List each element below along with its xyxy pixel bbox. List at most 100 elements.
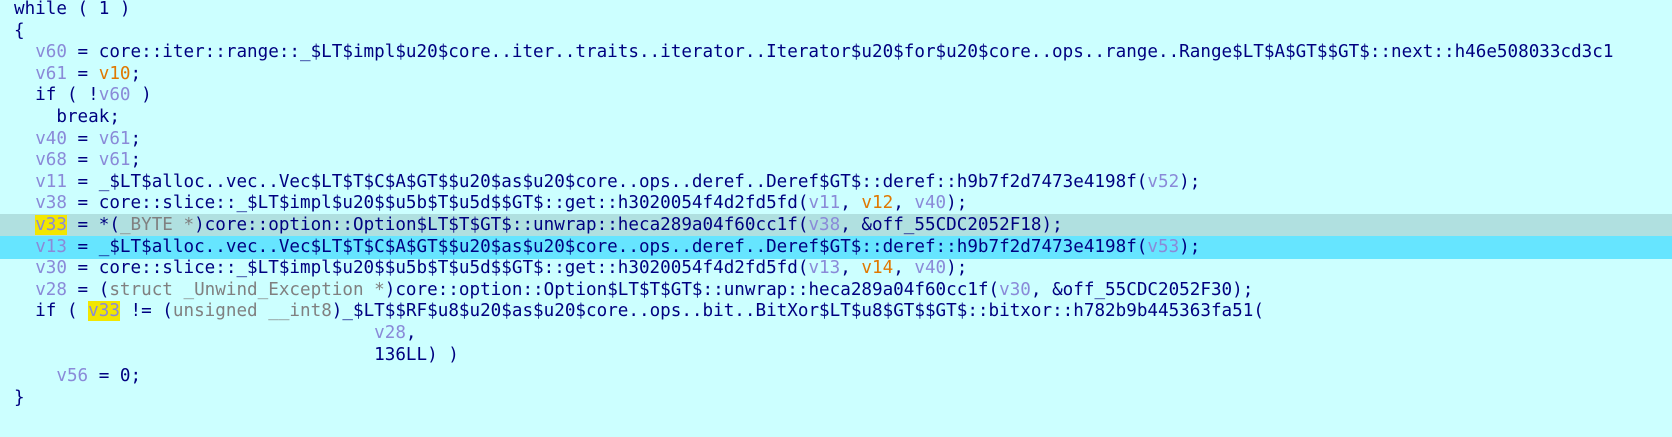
code-token: 136LL) ) (14, 344, 459, 365)
code-line[interactable]: v13 = _$LT$alloc..vec..Vec$LT$T$C$A$GT$$… (0, 235, 1672, 259)
search-match-token[interactable]: v33 (88, 301, 120, 322)
code-token: ); (946, 193, 968, 214)
variable-token[interactable]: v13 (35, 237, 67, 257)
code-line[interactable]: v28 = (struct _Unwind_Exception *)core::… (0, 279, 1672, 302)
code-token: , (840, 258, 862, 279)
code-line-text: v68 = v61; (0, 150, 141, 170)
code-token: , &off_55CDC2052F18); (840, 215, 1063, 235)
code-token: ; (130, 150, 142, 171)
code-token: = (66, 63, 99, 84)
code-line[interactable]: while ( 1 ) (0, 0, 1672, 21)
variable-token[interactable]: v40 (35, 129, 67, 149)
code-token: , (840, 193, 862, 214)
pseudocode-view[interactable]: while ( 1 ){ v60 = core::iter::range::_$… (0, 0, 1672, 437)
code-line-text: v30 = core::slice::_$LT$impl$u20$$u5b$T$… (0, 258, 967, 278)
code-line-text: while ( 1 ) (0, 0, 131, 19)
variable-token[interactable]: v61 (99, 150, 131, 170)
code-line-text: if ( !v60 ) (0, 85, 152, 105)
code-token: if ( ! (14, 85, 99, 106)
code-line[interactable]: break; (0, 106, 1672, 129)
code-line-text: v33 = *(_BYTE *)core::option::Option$LT$… (0, 215, 1063, 235)
code-token: )core::option::Option$LT$T$GT$::unwrap::… (384, 279, 1000, 300)
code-line[interactable]: v68 = v61; (0, 149, 1672, 172)
code-token: = core::slice::_$LT$impl$u20$$u5b$T$u5d$… (66, 193, 809, 214)
variable-token[interactable]: v40 (914, 193, 946, 213)
code-token: = _$LT$alloc..vec..Vec$LT$T$C$A$GT$$u20$… (66, 236, 1148, 257)
search-match-token[interactable]: v33 (35, 215, 67, 235)
variable-token[interactable]: v28 (35, 280, 67, 300)
type-token: struct _Unwind_Exception * (109, 279, 385, 300)
variable-token[interactable]: v38 (808, 215, 840, 235)
code-token: = ( (66, 279, 110, 300)
global-token[interactable]: v14 (861, 258, 893, 278)
variable-token[interactable]: v60 (35, 42, 67, 62)
code-line[interactable]: v56 = 0; (0, 365, 1672, 388)
variable-token[interactable]: v61 (35, 64, 67, 84)
code-line[interactable]: v60 = core::iter::range::_$LT$impl$u20$c… (0, 41, 1672, 64)
code-token: if ( (14, 301, 89, 322)
code-line[interactable]: v38 = core::slice::_$LT$impl$u20$$u5b$T$… (0, 192, 1672, 215)
variable-token[interactable]: v30 (35, 258, 67, 278)
variable-token[interactable]: v60 (99, 85, 131, 105)
code-line[interactable]: { (0, 20, 1672, 43)
code-line[interactable]: if ( v33 != (unsigned __int8)_$LT$$RF$u8… (0, 300, 1672, 323)
code-line[interactable]: 136LL) ) (0, 344, 1672, 367)
variable-token[interactable]: v61 (99, 129, 131, 149)
code-line-text: v60 = core::iter::range::_$LT$impl$u20$c… (0, 42, 1613, 62)
variable-token[interactable]: v56 (56, 366, 88, 386)
code-token: break; (14, 107, 120, 127)
code-token: , (893, 258, 915, 279)
code-token: = (66, 150, 99, 171)
code-token: { (14, 20, 25, 41)
code-line[interactable]: v61 = v10; (0, 63, 1672, 86)
variable-token[interactable]: v11 (35, 172, 67, 192)
global-token[interactable]: v12 (861, 193, 893, 213)
code-line[interactable]: } (0, 387, 1672, 410)
variable-token[interactable]: v40 (914, 258, 946, 278)
variable-token[interactable]: v11 (808, 193, 840, 213)
code-token: , (893, 193, 915, 214)
code-line-text: v38 = core::slice::_$LT$impl$u20$$u5b$T$… (0, 193, 967, 213)
global-token[interactable]: v10 (99, 64, 131, 84)
code-token: ); (1179, 171, 1201, 192)
code-line[interactable]: v33 = *(_BYTE *)core::option::Option$LT$… (0, 214, 1672, 237)
variable-token[interactable]: v28 (374, 323, 406, 343)
type-token: _BYTE * (119, 215, 195, 235)
variable-token[interactable]: v13 (808, 258, 840, 278)
code-line[interactable]: v11 = _$LT$alloc..vec..Vec$LT$T$C$A$GT$$… (0, 171, 1672, 194)
code-token: } (14, 387, 25, 408)
code-token: = (66, 128, 99, 149)
code-token: ; (130, 63, 142, 84)
code-token: )core::option::Option$LT$T$GT$::unwrap::… (194, 215, 809, 235)
variable-token[interactable]: v38 (35, 193, 67, 213)
code-token: , (405, 323, 417, 343)
code-line-text: break; (0, 107, 120, 127)
variable-token[interactable]: v53 (1147, 237, 1179, 257)
code-line-text: v40 = v61; (0, 129, 141, 149)
code-token: ); (946, 258, 968, 279)
type-token: unsigned __int8 (172, 301, 332, 322)
code-token: = 0; (88, 366, 142, 387)
code-token: = core::slice::_$LT$impl$u20$$u5b$T$u5d$… (66, 258, 809, 279)
variable-token[interactable]: v52 (1147, 172, 1179, 192)
code-line[interactable]: v30 = core::slice::_$LT$impl$u20$$u5b$T$… (0, 257, 1672, 280)
variable-token[interactable]: v68 (35, 150, 67, 170)
code-line[interactable]: v40 = v61; (0, 128, 1672, 151)
code-line[interactable]: if ( !v60 ) (0, 84, 1672, 107)
code-line-text: 136LL) ) (0, 345, 459, 365)
code-line-text: v11 = _$LT$alloc..vec..Vec$LT$T$C$A$GT$$… (0, 172, 1200, 192)
code-line[interactable]: v28, (0, 322, 1672, 345)
variable-token[interactable]: v30 (999, 280, 1031, 300)
